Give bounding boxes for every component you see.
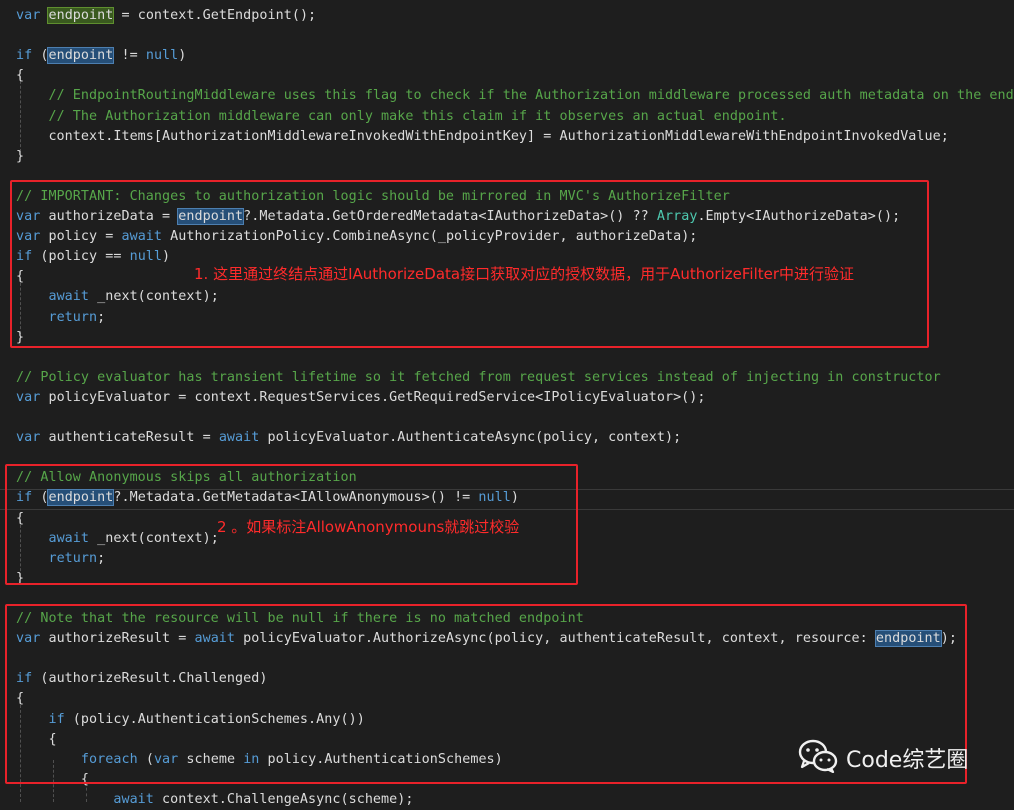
code-token: await — [218, 430, 260, 446]
code-line[interactable]: var policyEvaluator = context.RequestSer… — [16, 388, 706, 408]
code-token: policyEvaluator = context.RequestService… — [40, 389, 706, 405]
code-token: // EndpointRoutingMiddleware uses this f… — [48, 88, 1014, 104]
wechat-icon — [798, 739, 838, 777]
annotation-note-2: 2 。如果标注AllowAnonymouns就跳过校验 — [217, 518, 520, 536]
code-token: // Policy evaluator has transient lifeti… — [16, 369, 941, 385]
code-token: policyEvaluator.AuthenticateAsync(policy… — [259, 430, 682, 446]
code-line[interactable]: context.Items[AuthorizationMiddlewareInv… — [16, 127, 949, 147]
watermark: Code综艺圈 — [798, 738, 968, 778]
highlighted-identifier: endpoint — [47, 47, 115, 65]
code-line[interactable]: // EndpointRoutingMiddleware uses this f… — [16, 86, 1014, 106]
code-line[interactable]: // The Authorization middleware can only… — [16, 107, 787, 127]
code-token: ) — [178, 48, 187, 64]
code-token: if — [16, 48, 33, 64]
code-token: authenticateResult = — [40, 430, 219, 446]
code-token: var — [16, 430, 41, 446]
code-token: { — [16, 68, 25, 84]
code-token: var — [16, 8, 41, 23]
highlighted-identifier: endpoint — [47, 7, 115, 24]
code-token: } — [16, 148, 25, 164]
watermark-text: Code综艺圈 — [846, 748, 969, 773]
code-line[interactable]: } — [16, 147, 24, 167]
code-token: = context.GetEndpoint(); — [113, 8, 317, 23]
code-line[interactable]: var endpoint = context.GetEndpoint(); — [16, 6, 316, 26]
code-line[interactable]: await context.ChallengeAsync(scheme); — [16, 790, 414, 810]
code-line[interactable]: // Policy evaluator has transient lifeti… — [16, 368, 941, 388]
annotation-note-1: 1. 这里通过终结点通过IAuthorizeData接口获取对应的授权数据，用于… — [194, 265, 855, 283]
code-token: var — [16, 389, 41, 405]
code-token: context.Items[AuthorizationMiddlewareInv… — [16, 128, 949, 144]
code-token: null — [145, 48, 179, 64]
code-token: != — [113, 48, 146, 64]
code-token: await — [113, 791, 154, 807]
code-token: ( — [32, 48, 49, 64]
code-line[interactable]: if (endpoint != null) — [16, 46, 186, 66]
code-editor[interactable]: var endpoint = context.GetEndpoint(); if … — [0, 0, 1014, 807]
code-line[interactable]: var authenticateResult = await policyEva… — [16, 428, 681, 448]
code-token: context.ChallengeAsync(scheme); — [153, 791, 414, 807]
code-token: // The Authorization middleware can only… — [48, 108, 787, 124]
code-line[interactable]: { — [16, 66, 24, 86]
